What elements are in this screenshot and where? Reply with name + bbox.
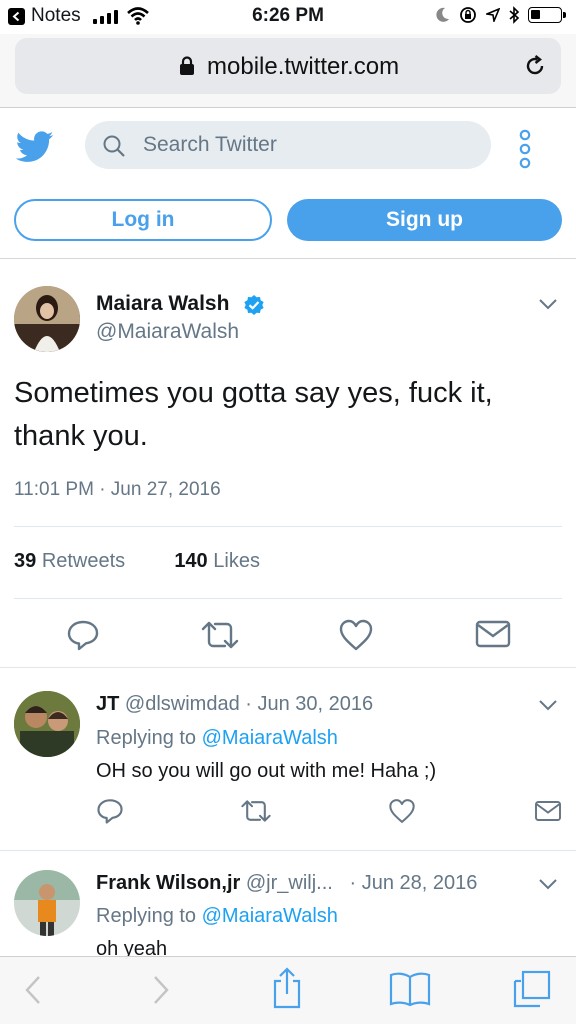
reply-author-name[interactable]: JT — [96, 693, 119, 715]
tabs-icon[interactable] — [512, 969, 552, 1009]
likes-label: Likes — [213, 550, 260, 572]
share-icon[interactable] — [271, 967, 303, 1009]
retweet-icon[interactable] — [200, 618, 240, 652]
replying-to-link[interactable]: @MaiaraWalsh — [202, 727, 338, 749]
envelope-icon[interactable] — [534, 799, 562, 823]
reply-icon[interactable] — [96, 797, 124, 825]
replying-to-link[interactable]: @MaiaraWalsh — [202, 905, 338, 927]
twitter-header: Search Twitter Log in Sign up — [0, 109, 576, 259]
retweets-stat[interactable]: 39 Retweets — [14, 550, 125, 572]
likes-stat[interactable]: 140 Likes — [174, 550, 260, 572]
tweet-timestamp[interactable]: 11:01 PM · Jun 27, 2016 — [14, 479, 221, 501]
orientation-lock-icon — [460, 7, 476, 23]
location-icon — [486, 8, 500, 22]
retweets-label: Retweets — [41, 550, 126, 572]
heart-icon[interactable] — [338, 618, 374, 652]
twitter-bird-icon[interactable] — [16, 131, 54, 163]
reply-tweet[interactable]: Frank Wilson,jr @jr_wilj... · Jun 28, 20… — [0, 852, 576, 960]
retweets-count: 39 — [14, 550, 37, 572]
reply-text: OH so you will go out with me! Haha ;) — [96, 760, 437, 782]
reply-meta: JT @dlswimdad · Jun 30, 2016 — [96, 693, 373, 716]
envelope-icon[interactable] — [475, 618, 511, 650]
address-bar[interactable]: mobile.twitter.com — [15, 38, 561, 94]
more-options-icon[interactable] — [518, 129, 532, 169]
chevron-down-icon[interactable] — [538, 699, 558, 711]
chevron-down-icon[interactable] — [538, 878, 558, 890]
reply-tweet[interactable]: JT @dlswimdad · Jun 30, 2016 Replying to… — [0, 669, 576, 851]
divider — [14, 598, 562, 599]
reply-icon[interactable] — [66, 618, 100, 652]
avatar[interactable] — [14, 286, 80, 352]
back-arrow-icon[interactable] — [24, 975, 42, 1005]
tweet-stats: 39 Retweets 140 Likes — [14, 550, 260, 573]
book-icon[interactable] — [389, 971, 431, 1007]
heart-icon[interactable] — [388, 797, 416, 825]
url-domain: mobile.twitter.com — [207, 53, 400, 80]
author-handle[interactable]: @MaiaraWalsh — [96, 320, 239, 344]
avatar[interactable] — [14, 870, 80, 936]
reply-author-name[interactable]: Frank Wilson,jr — [96, 872, 240, 894]
replying-prefix: Replying to — [96, 905, 197, 927]
browser-address-area: mobile.twitter.com — [0, 34, 576, 108]
signup-button[interactable]: Sign up — [287, 199, 562, 241]
main-tweet: Maiara Walsh @MaiaraWalsh Sometimes you … — [0, 260, 576, 668]
reply-date[interactable]: · Jun 28, 2016 — [350, 872, 478, 894]
do-not-disturb-icon — [436, 7, 449, 22]
forward-arrow-icon[interactable] — [152, 975, 170, 1005]
browser-toolbar — [0, 956, 576, 1024]
author-name[interactable]: Maiara Walsh — [96, 292, 229, 316]
replying-prefix: Replying to — [96, 727, 197, 749]
reply-meta: Frank Wilson,jr @jr_wilj... · Jun 28, 20… — [96, 872, 477, 895]
search-icon — [103, 135, 125, 157]
status-bar: Notes 6:26 PM — [0, 0, 576, 34]
tweet-text: Sometimes you gotta say yes, fuck it, th… — [14, 377, 493, 452]
retweet-icon[interactable] — [240, 797, 272, 825]
verified-badge-icon — [244, 295, 264, 315]
login-button[interactable]: Log in — [14, 199, 272, 241]
replying-to: Replying to @MaiaraWalsh — [96, 905, 338, 928]
bluetooth-icon — [509, 6, 519, 24]
likes-count: 140 — [174, 550, 208, 572]
chevron-down-icon[interactable] — [538, 298, 558, 310]
search-input[interactable]: Search Twitter — [85, 121, 491, 169]
lock-icon — [180, 56, 194, 75]
battery-icon — [528, 7, 566, 23]
reply-author-handle[interactable]: @dlswimdad — [125, 693, 240, 715]
avatar[interactable] — [14, 691, 80, 757]
reply-date[interactable]: · Jun 30, 2016 — [245, 693, 373, 715]
divider — [14, 526, 562, 527]
reply-author-handle[interactable]: @jr_wilj... — [246, 872, 333, 894]
search-placeholder: Search Twitter — [143, 133, 277, 156]
reload-icon[interactable] — [523, 54, 547, 78]
replying-to: Replying to @MaiaraWalsh — [96, 727, 338, 750]
